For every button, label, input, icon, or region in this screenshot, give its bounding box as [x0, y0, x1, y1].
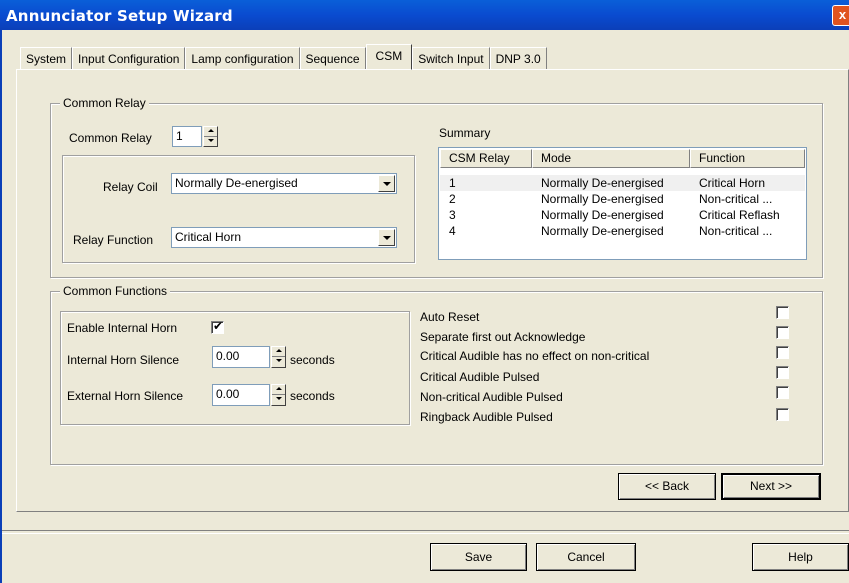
- tab-dnp[interactable]: DNP 3.0: [489, 47, 547, 69]
- auto-reset-label: Auto Reset: [420, 310, 480, 324]
- relay-function-value: Critical Horn: [175, 230, 242, 244]
- chevron-down-icon[interactable]: [378, 175, 395, 192]
- cell-mode: Normally De-energised: [541, 176, 664, 190]
- cancel-button[interactable]: Cancel: [536, 543, 636, 571]
- common-relay-stepper[interactable]: [203, 126, 218, 147]
- tab-sequence[interactable]: Sequence: [299, 47, 366, 69]
- cell-relay: 3: [449, 208, 456, 222]
- cell-mode: Normally De-energised: [541, 224, 664, 238]
- internal-horn-silence-input[interactable]: 0.00: [212, 346, 270, 368]
- common-functions-group-label: Common Functions: [60, 284, 171, 298]
- critical-audible-no-effect-checkbox[interactable]: [776, 346, 789, 359]
- separate-first-out-label: Separate first out Acknowledge: [420, 330, 586, 344]
- external-horn-silence-stepper[interactable]: [271, 384, 286, 406]
- cell-relay: 2: [449, 192, 456, 206]
- non-critical-audible-pulsed-checkbox[interactable]: [776, 386, 789, 399]
- separate-first-out-checkbox[interactable]: [776, 326, 789, 339]
- summary-table[interactable]: CSM Relay Mode Function 1 Normally De-en…: [438, 147, 807, 260]
- cell-mode: Normally De-energised: [541, 208, 664, 222]
- title-bar: Annunciator Setup Wizard x: [0, 0, 849, 30]
- table-row[interactable]: 1 Normally De-energised Critical Horn: [440, 175, 805, 191]
- tab-system[interactable]: System: [20, 47, 73, 69]
- relay-coil-value: Normally De-energised: [175, 176, 298, 190]
- column-header-function[interactable]: Function: [690, 149, 805, 168]
- tab-lamp-configuration[interactable]: Lamp configuration: [185, 47, 300, 69]
- save-button[interactable]: Save: [430, 543, 527, 571]
- window-title: Annunciator Setup Wizard: [6, 7, 233, 25]
- column-header-csm-relay[interactable]: CSM Relay: [440, 149, 532, 168]
- non-critical-audible-pulsed-label: Non-critical Audible Pulsed: [420, 390, 563, 404]
- next-button[interactable]: Next >>: [721, 473, 821, 500]
- tab-strip: System Input Configuration Lamp configur…: [20, 44, 547, 70]
- common-relay-input[interactable]: 1: [172, 126, 202, 147]
- close-icon[interactable]: x: [832, 5, 849, 26]
- cell-relay: 4: [449, 224, 456, 238]
- footer-separator: [2, 530, 849, 534]
- relay-coil-label: Relay Coil: [103, 180, 158, 194]
- internal-horn-silence-stepper[interactable]: [271, 346, 286, 368]
- summary-header: CSM Relay Mode Function: [440, 149, 805, 168]
- relay-function-label: Relay Function: [73, 233, 154, 247]
- external-horn-silence-label: External Horn Silence: [67, 389, 184, 403]
- ringback-audible-pulsed-label: Ringback Audible Pulsed: [420, 410, 553, 424]
- cell-function: Non-critical ...: [699, 224, 773, 238]
- relay-coil-select[interactable]: Normally De-energised: [171, 173, 397, 194]
- cell-function: Critical Reflash: [699, 208, 780, 222]
- tab-switch-input[interactable]: Switch Input: [412, 47, 490, 69]
- cell-relay: 1: [449, 176, 456, 190]
- table-row[interactable]: 3 Normally De-energised Critical Reflash: [440, 207, 805, 223]
- critical-audible-no-effect-label: Critical Audible has no effect on non-cr…: [420, 349, 650, 363]
- tab-input-configuration[interactable]: Input Configuration: [72, 47, 186, 69]
- table-row[interactable]: 2 Normally De-energised Non-critical ...: [440, 191, 805, 207]
- ringback-audible-pulsed-checkbox[interactable]: [776, 408, 789, 421]
- enable-internal-horn-checkbox[interactable]: [211, 319, 224, 334]
- enable-internal-horn-label: Enable Internal Horn: [67, 321, 178, 335]
- back-button[interactable]: << Back: [618, 473, 716, 500]
- column-header-mode[interactable]: Mode: [532, 149, 690, 168]
- chevron-down-icon[interactable]: [378, 229, 395, 246]
- external-horn-silence-input[interactable]: 0.00: [212, 384, 270, 406]
- cell-function: Critical Horn: [699, 176, 766, 190]
- critical-audible-pulsed-label: Critical Audible Pulsed: [420, 370, 540, 384]
- relay-function-select[interactable]: Critical Horn: [171, 227, 397, 248]
- critical-audible-pulsed-checkbox[interactable]: [776, 366, 789, 379]
- common-relay-group-label: Common Relay: [60, 96, 149, 110]
- cell-function: Non-critical ...: [699, 192, 773, 206]
- table-row[interactable]: 4 Normally De-energised Non-critical ...: [440, 223, 805, 239]
- summary-label: Summary: [439, 126, 491, 140]
- internal-seconds-label: seconds: [290, 353, 335, 367]
- common-relay-label: Common Relay: [69, 131, 152, 145]
- external-seconds-label: seconds: [290, 389, 335, 403]
- internal-horn-silence-label: Internal Horn Silence: [67, 353, 180, 367]
- help-button[interactable]: Help: [752, 543, 849, 571]
- cell-mode: Normally De-energised: [541, 192, 664, 206]
- auto-reset-checkbox[interactable]: [776, 306, 789, 319]
- tab-csm[interactable]: CSM: [365, 44, 413, 70]
